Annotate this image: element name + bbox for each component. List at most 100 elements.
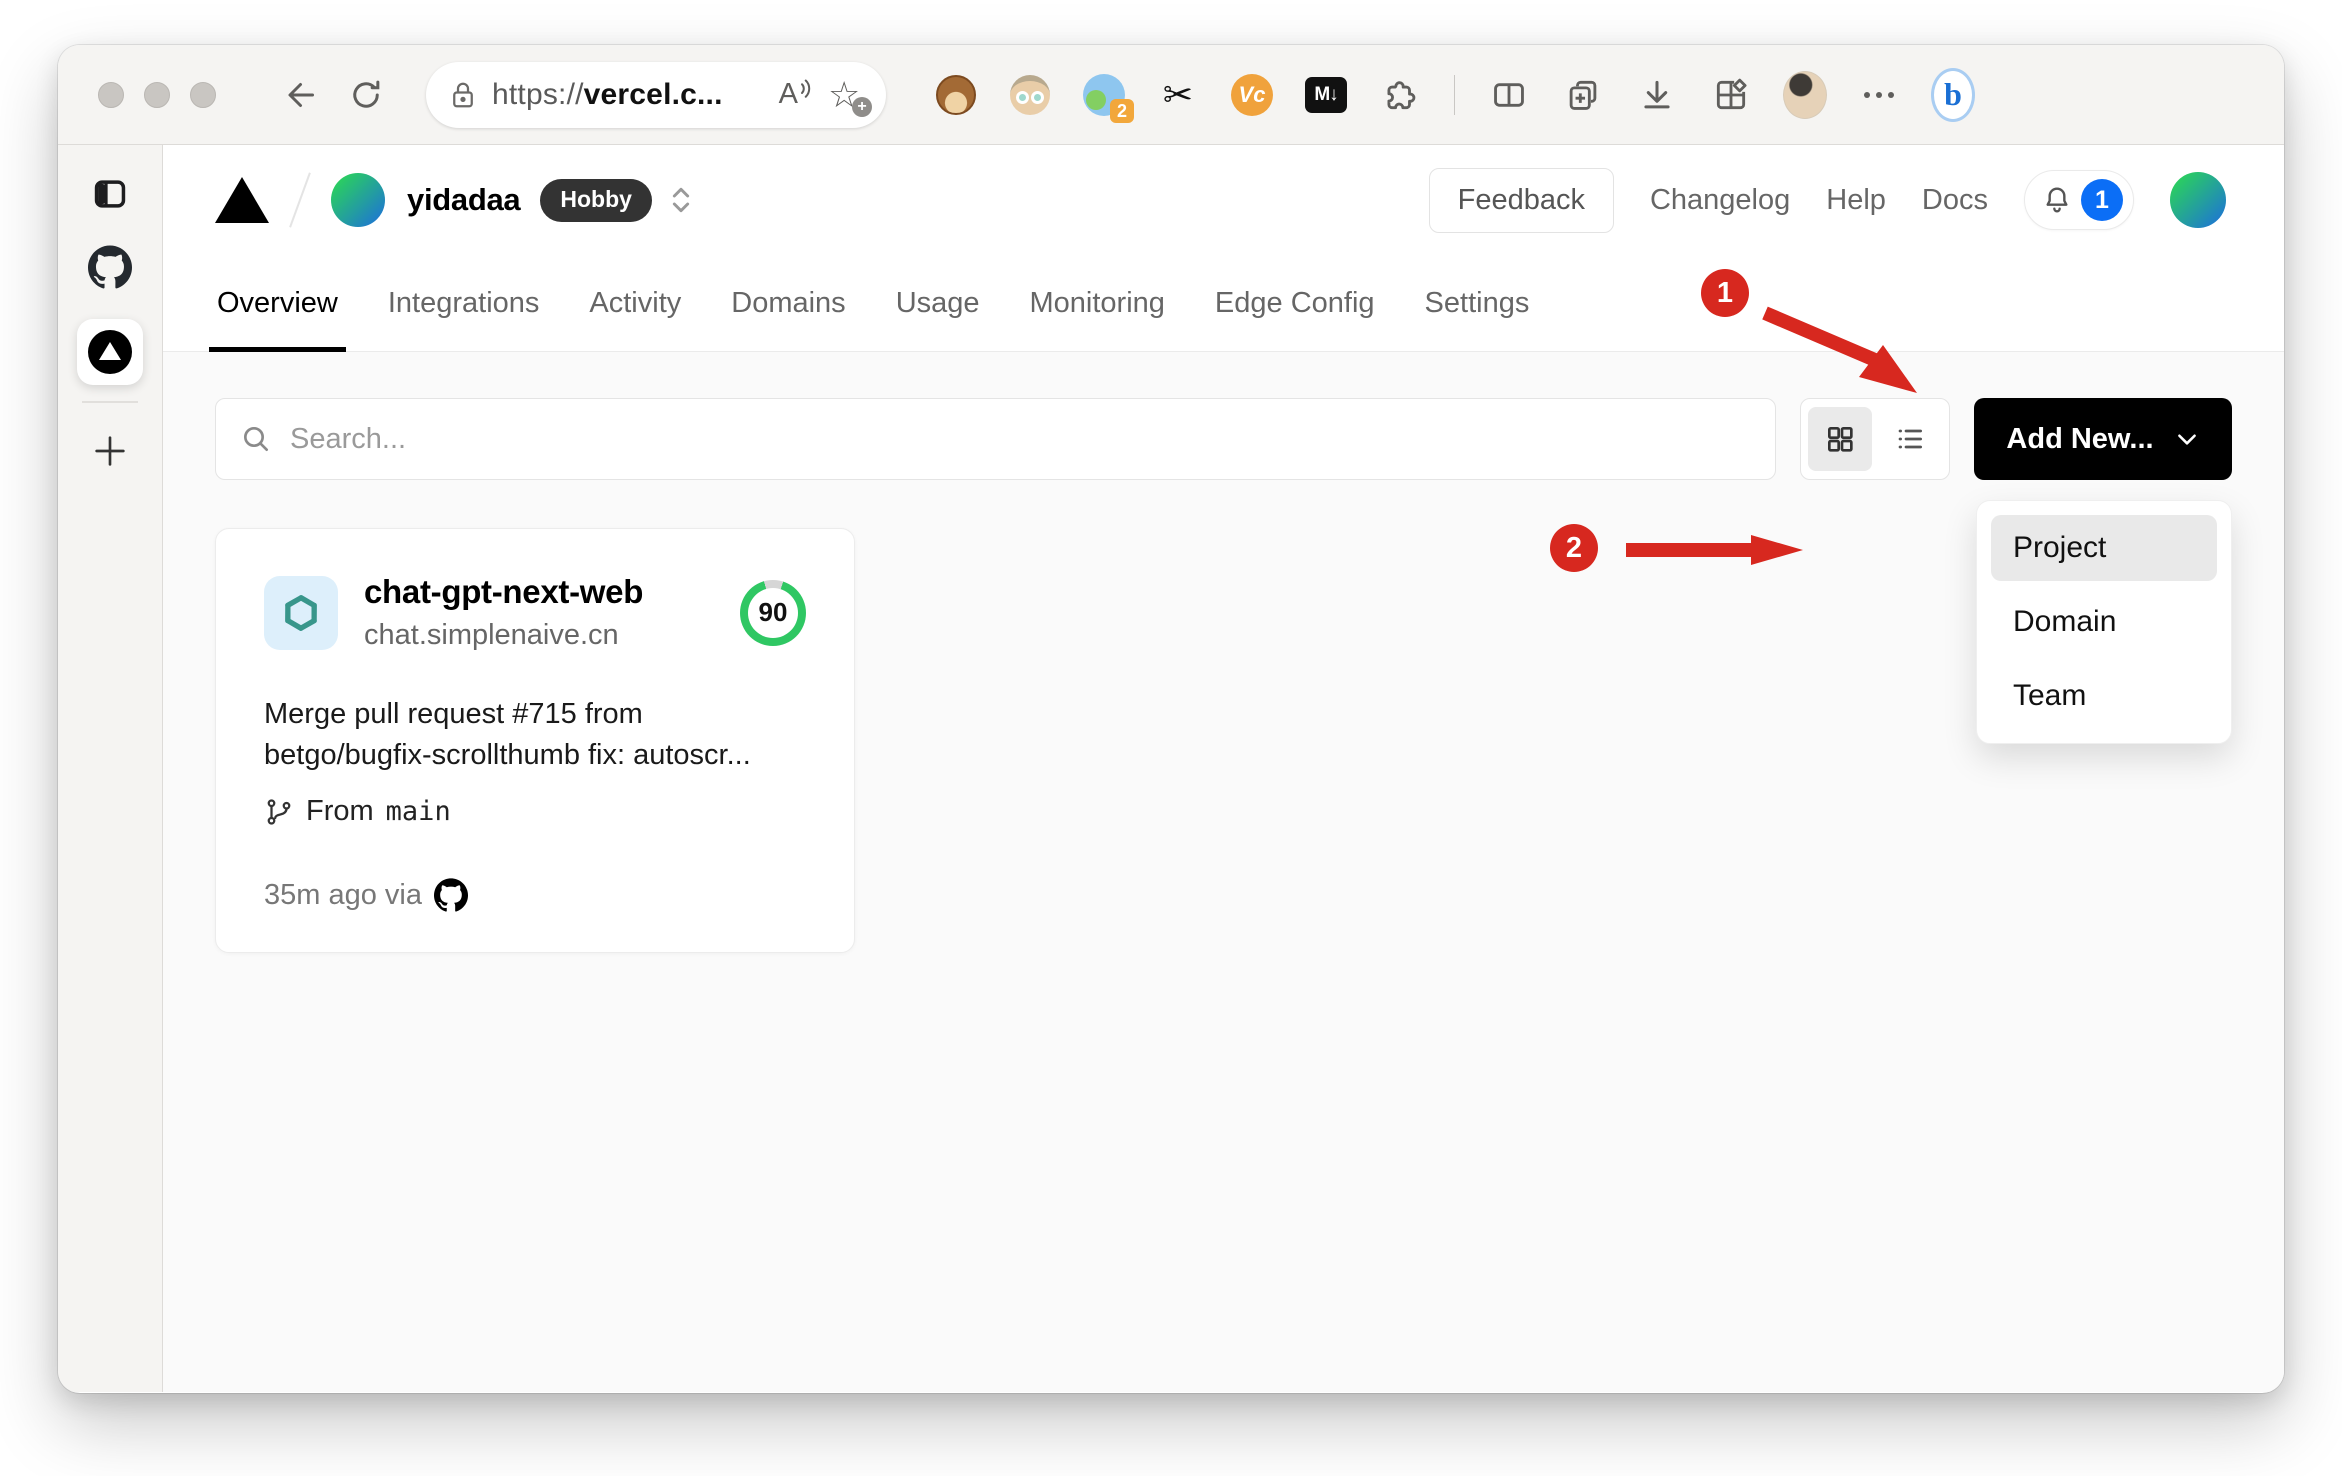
sidebar-tab-vercel-active[interactable] — [77, 319, 143, 385]
add-new-label: Add New... — [2006, 422, 2154, 455]
plus-icon — [95, 436, 125, 466]
favorite-button[interactable]: ☆ + — [828, 74, 872, 117]
vercel-logo-icon[interactable] — [215, 177, 269, 223]
minimize-window-button[interactable] — [144, 81, 170, 108]
apps-button[interactable] — [1709, 73, 1753, 117]
tab-overview[interactable]: Overview — [209, 255, 346, 352]
profile-button[interactable] — [1783, 70, 1827, 119]
team-avatar[interactable] — [331, 173, 385, 227]
vc-extension-icon[interactable]: Vc — [1230, 73, 1274, 117]
dropdown-item-project[interactable]: Project — [1991, 515, 2217, 581]
browser-toolbar: https://vercel.c... A ☆ + 2 ✂ Vc M↓ b — [58, 45, 2284, 145]
back-button[interactable] — [274, 67, 330, 123]
screenshot-stage: https://vercel.c... A ☆ + 2 ✂ Vc M↓ b yi… — [0, 0, 2342, 1476]
tampermonkey-extension-icon[interactable] — [934, 73, 978, 117]
tab-domains[interactable]: Domains — [729, 255, 847, 351]
dropdown-item-team[interactable]: Team — [1991, 663, 2217, 729]
read-aloud-button[interactable]: A — [779, 78, 814, 111]
toolbar-divider — [1454, 74, 1455, 115]
docs-link[interactable]: Docs — [1922, 184, 1988, 217]
vc-icon: Vc — [1231, 73, 1273, 116]
project-card-header: chat-gpt-next-web chat.simplenaive.cn 90 — [264, 573, 806, 652]
collections-button[interactable] — [1561, 73, 1605, 117]
deployment-meta: 35m ago via — [264, 878, 806, 912]
markdown-extension-icon[interactable]: M↓ — [1304, 73, 1348, 117]
search-box — [215, 398, 1776, 480]
tab-activity[interactable]: Activity — [587, 255, 683, 351]
bell-icon — [2041, 184, 2073, 216]
sidebar-divider — [82, 401, 138, 403]
plan-badge: Hobby — [540, 178, 652, 222]
commit-line-1: Merge pull request #715 from — [264, 698, 643, 730]
help-link[interactable]: Help — [1826, 184, 1886, 217]
close-window-button[interactable] — [98, 81, 124, 108]
tab-integrations[interactable]: Integrations — [386, 255, 542, 351]
split-screen-button[interactable] — [1487, 73, 1531, 117]
commit-line-2: betgo/bugfix-scrollthumb fix: autoscr... — [264, 738, 751, 771]
browser-window: https://vercel.c... A ☆ + 2 ✂ Vc M↓ b yi… — [58, 45, 2284, 1393]
notifications-button[interactable]: 1 — [2024, 170, 2134, 230]
settings-more-button[interactable] — [1857, 73, 1901, 117]
dropdown-item-domain[interactable]: Domain — [1991, 589, 2217, 655]
annotation-step-2: 2 — [1550, 524, 1598, 572]
branch-prefix: From — [306, 795, 374, 828]
search-icon — [244, 427, 268, 451]
add-new-dropdown: Project Domain Team — [1976, 500, 2232, 744]
tab-usage[interactable]: Usage — [894, 255, 982, 351]
ellipsis-icon — [1864, 91, 1894, 98]
tab-monitoring[interactable]: Monitoring — [1028, 255, 1167, 351]
markdown-icon: M↓ — [1305, 76, 1347, 113]
commit-message: Merge pull request #715 from betgo/bugfi… — [264, 694, 806, 775]
list-view-button[interactable] — [1878, 407, 1942, 471]
read-aloud-label: A — [778, 78, 798, 110]
bing-chat-button[interactable]: b — [1931, 67, 1975, 122]
notification-count-badge: 1 — [2081, 179, 2123, 221]
project-domain[interactable]: chat.simplenaive.cn — [364, 619, 643, 652]
back-arrow-icon — [288, 82, 314, 107]
clipper-extension-icon[interactable]: ✂ — [1156, 73, 1200, 117]
team-switcher-button[interactable] — [670, 184, 692, 216]
address-bar[interactable]: https://vercel.c... A ☆ + — [426, 61, 886, 128]
vercel-page: yidadaa Hobby Feedback Changelog Help Do… — [163, 145, 2284, 1392]
header-actions: Feedback Changelog Help Docs 1 — [1428, 167, 2226, 233]
refresh-button[interactable] — [338, 67, 394, 123]
star-plus-badge: + — [852, 96, 872, 117]
apps-icon — [1716, 78, 1747, 109]
download-icon — [1644, 80, 1670, 108]
split-screen-icon — [1494, 82, 1524, 107]
face-glasses-icon — [1010, 74, 1050, 115]
search-input[interactable] — [290, 422, 1751, 456]
new-tab-button[interactable] — [90, 431, 130, 471]
list-view-icon — [1898, 429, 1922, 449]
project-card[interactable]: chat-gpt-next-web chat.simplenaive.cn 90… — [215, 528, 855, 954]
project-name[interactable]: chat-gpt-next-web — [364, 573, 643, 611]
downloads-button[interactable] — [1635, 73, 1679, 117]
lighthouse-score-value: 90 — [748, 587, 798, 638]
tab-edge-config[interactable]: Edge Config — [1213, 255, 1377, 351]
tab-settings[interactable]: Settings — [1423, 255, 1532, 351]
team-name[interactable]: yidadaa — [407, 182, 521, 218]
sidebar-tab-github[interactable] — [88, 245, 132, 289]
branch-row: From main — [264, 795, 806, 828]
openai-icon — [285, 594, 317, 631]
changelog-link[interactable]: Changelog — [1650, 184, 1790, 217]
toggle-sidebar-button[interactable] — [91, 175, 129, 213]
sidebar-panel-icon — [94, 180, 126, 208]
add-new-button[interactable]: Add New... — [1974, 398, 2232, 480]
refresh-icon — [353, 80, 380, 108]
user-avatar[interactable] — [2170, 172, 2226, 228]
extensions-menu-button[interactable] — [1378, 73, 1422, 117]
traffic-lights — [98, 81, 216, 108]
sound-waves-icon — [801, 79, 811, 98]
grid-view-button[interactable] — [1808, 407, 1872, 471]
branch-name: main — [385, 796, 451, 828]
zoom-window-button[interactable] — [190, 81, 216, 108]
github-icon — [88, 245, 132, 289]
translate-extension-icon[interactable]: 2 — [1082, 73, 1134, 123]
vercel-content: Add New... Project Domain Team — [163, 352, 2284, 1392]
avatar-extension-icon[interactable] — [1008, 73, 1052, 117]
lighthouse-score-ring[interactable]: 90 — [740, 579, 806, 646]
vercel-header: yidadaa Hobby Feedback Changelog Help Do… — [163, 145, 2284, 255]
feedback-button[interactable]: Feedback — [1428, 167, 1614, 233]
puzzle-icon — [1387, 80, 1416, 109]
